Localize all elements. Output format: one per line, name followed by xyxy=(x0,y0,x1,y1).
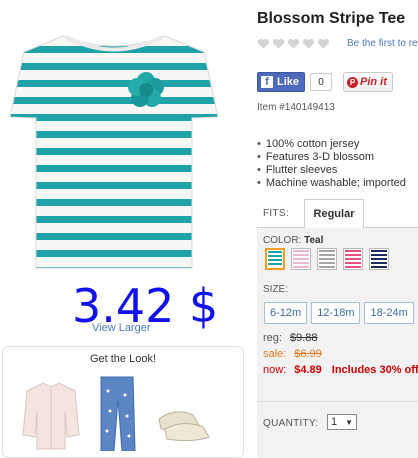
feature-item: Machine washable; imported xyxy=(257,177,406,190)
tab-regular[interactable]: Regular xyxy=(304,199,364,228)
quantity-label: QUANTITY: xyxy=(263,418,319,429)
tee-stripe xyxy=(10,80,218,87)
get-the-look-panel: Get the Look! xyxy=(2,346,244,458)
fits-label: FITS: xyxy=(263,208,289,219)
sale-price: $6.99 xyxy=(294,348,322,360)
size-label: SIZE: xyxy=(263,284,289,295)
pinterest-icon: P xyxy=(347,76,358,88)
swatch-grey-pattern xyxy=(319,250,335,268)
swatch-navy-pattern xyxy=(371,250,387,268)
cardigan-image[interactable] xyxy=(22,382,80,450)
color-label-text: COLOR: xyxy=(263,235,302,246)
tee-stripe xyxy=(10,250,218,257)
heart-icon xyxy=(272,38,285,49)
tee-stripe xyxy=(10,148,218,155)
feature-list: 100% cotton jersey Features 3-D blossom … xyxy=(257,138,406,190)
dropdown-arrow-icon: ▼ xyxy=(345,417,353,427)
get-the-look-title: Get the Look! xyxy=(89,353,157,365)
tee-stripe xyxy=(10,216,218,223)
heart-icon xyxy=(302,38,315,49)
first-review-link[interactable]: Be the first to review xyxy=(347,38,418,49)
swatch-pink-light[interactable] xyxy=(291,248,311,270)
pin-it-button[interactable]: P Pin it xyxy=(343,72,393,92)
swatch-pink-light-pattern xyxy=(293,250,309,268)
reg-price: $9.88 xyxy=(289,332,318,344)
size-option-18-24m[interactable]: 18-24m xyxy=(364,302,414,324)
tee-stripe xyxy=(10,97,218,104)
tee-stripe xyxy=(10,131,218,138)
size-option-6-12m[interactable]: 6-12m xyxy=(264,302,308,324)
now-price: $4.89 xyxy=(294,364,322,376)
size-option-12-18m[interactable]: 12-18m xyxy=(311,302,361,324)
discount-note: Includes 30% off xyxy=(331,364,418,376)
facebook-icon: f xyxy=(261,76,273,88)
tee-stripe xyxy=(10,182,218,189)
color-swatches xyxy=(265,248,389,270)
sale-price-label: sale: xyxy=(263,348,287,360)
product-image[interactable] xyxy=(8,22,220,272)
color-label: COLOR: Teal xyxy=(263,235,323,246)
tee-stripe xyxy=(10,63,218,70)
swatch-teal-pattern xyxy=(268,251,282,267)
feature-item: Flutter sleeves xyxy=(257,164,406,177)
shoes-image[interactable] xyxy=(158,411,210,442)
swatch-pink-hot[interactable] xyxy=(343,248,363,270)
price-overlay: 3.42 $ xyxy=(72,279,219,333)
rating-hearts[interactable] xyxy=(257,38,330,50)
swatch-grey[interactable] xyxy=(317,248,337,270)
facebook-like-label: Like xyxy=(277,76,300,88)
reg-price-label: reg: xyxy=(263,332,282,344)
tee-stripe xyxy=(10,199,218,206)
like-count: 0 xyxy=(310,73,333,91)
heart-icon xyxy=(287,38,300,49)
quantity-divider xyxy=(257,401,418,402)
item-number: Item #140149413 xyxy=(257,102,335,113)
heart-icon xyxy=(317,38,330,49)
swatch-navy[interactable] xyxy=(369,248,389,270)
swatch-teal[interactable] xyxy=(265,248,285,270)
feature-item: Features 3-D blossom xyxy=(257,151,406,164)
product-title: Blossom Stripe Tee xyxy=(257,10,406,27)
jeans-image[interactable] xyxy=(100,376,136,451)
price-block: reg: $9.88 sale: $6.99 now: $4.89 Includes 3… xyxy=(263,330,418,378)
heart-icon xyxy=(257,38,270,49)
tee-stripe xyxy=(10,233,218,240)
facebook-like-button[interactable]: f Like xyxy=(257,72,306,92)
swatch-pink-hot-pattern xyxy=(345,250,361,268)
now-price-label: now: xyxy=(263,364,287,376)
color-selected-value: Teal xyxy=(304,235,324,246)
size-options: 6-12m 12-18m 18-24m xyxy=(264,302,414,324)
tee-stripe xyxy=(10,165,218,172)
feature-item: 100% cotton jersey xyxy=(257,138,406,151)
pin-it-label: Pin it xyxy=(360,76,387,88)
quantity-value: 1 xyxy=(331,416,338,428)
quantity-select[interactable]: 1 ▼ xyxy=(327,414,357,430)
facebook-like[interactable]: f Like 0 xyxy=(257,72,333,92)
tee-stripe xyxy=(10,114,218,121)
